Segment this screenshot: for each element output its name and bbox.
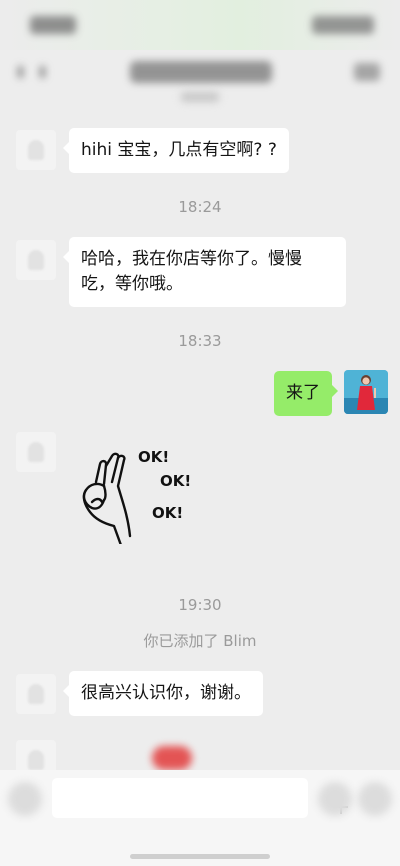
message-text-line: 哈哈，我在你店等你了。慢慢 — [81, 249, 302, 269]
message-text: 很高兴认识你，谢谢。 — [81, 683, 251, 703]
home-indicator — [130, 854, 270, 859]
ok-hand-sticker[interactable]: OK! OK! OK! — [76, 444, 206, 544]
plus-icon[interactable] — [358, 782, 392, 816]
status-bar — [0, 0, 400, 50]
chat-title — [130, 61, 272, 83]
message-bubble[interactable]: 很高兴认识你，谢谢。 — [63, 671, 263, 716]
contact-avatar[interactable] — [16, 240, 56, 280]
more-icon[interactable] — [354, 63, 380, 81]
message-bubble[interactable]: hihi 宝宝，几点有空啊? ? — [63, 128, 289, 173]
message-input[interactable] — [52, 778, 348, 818]
emoji-icon[interactable] — [318, 782, 352, 816]
timestamp: 18:33 — [178, 332, 222, 350]
user-avatar[interactable] — [344, 370, 388, 414]
status-time — [30, 16, 76, 34]
contact-avatar[interactable] — [16, 432, 56, 472]
message-bubble[interactable]: 哈哈，我在你店等你了。慢慢 吃，等你哦。 — [63, 237, 346, 307]
user-avatar-photo — [344, 370, 388, 414]
sticker-label: OK! — [152, 504, 183, 522]
red-packet-icon[interactable] — [152, 746, 192, 770]
chat-area[interactable]: hihi 宝宝，几点有空啊? ? 18:24 哈哈，我在你店等你了。慢慢 吃，等… — [0, 92, 400, 780]
system-notice: 你已添加了 Blim — [143, 632, 257, 650]
message-text: hihi 宝宝，几点有空啊? ? — [81, 140, 277, 160]
voice-icon[interactable] — [8, 782, 42, 816]
message-text: 来了 — [286, 383, 320, 403]
message-bubble-outgoing[interactable]: 来了 — [274, 371, 338, 416]
status-icons — [312, 16, 374, 34]
sticker-label: OK! — [138, 448, 169, 466]
input-bar — [0, 770, 400, 866]
back-arrow-icon[interactable] — [12, 62, 52, 82]
ok-hand-icon — [82, 452, 132, 544]
sticker-label: OK! — [160, 472, 191, 490]
timestamp: 18:24 — [178, 198, 222, 216]
contact-avatar[interactable] — [16, 130, 56, 170]
message-text-line: 吃，等你哦。 — [81, 274, 183, 294]
contact-avatar[interactable] — [16, 674, 56, 714]
timestamp: 19:30 — [178, 596, 222, 614]
timestamp — [0, 88, 400, 106]
